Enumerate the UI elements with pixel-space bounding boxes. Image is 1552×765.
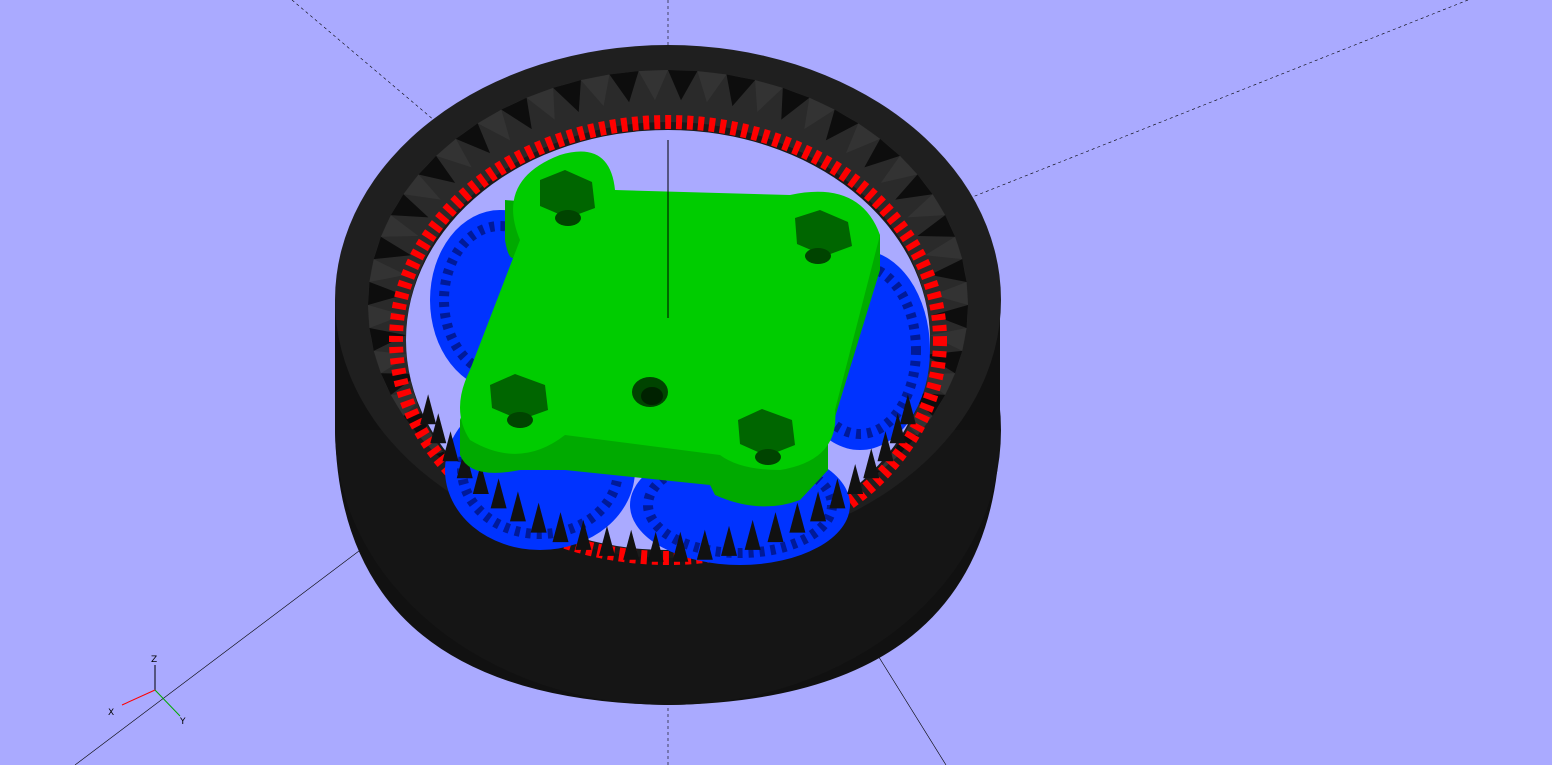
axis-indicator-y <box>154 689 181 717</box>
axis-label-x: X <box>108 708 114 718</box>
scene-svg: Z X Y <box>74 0 1469 765</box>
carrier-plate[interactable] <box>460 151 880 507</box>
center-hole <box>632 377 668 407</box>
axis-indicator-x <box>121 689 156 706</box>
axis-label-z: Z <box>151 655 157 665</box>
axis-label-y: Y <box>179 717 186 727</box>
3d-viewport[interactable]: Z X Y <box>0 0 1552 765</box>
axis-indicator: Z X Y <box>108 655 186 727</box>
